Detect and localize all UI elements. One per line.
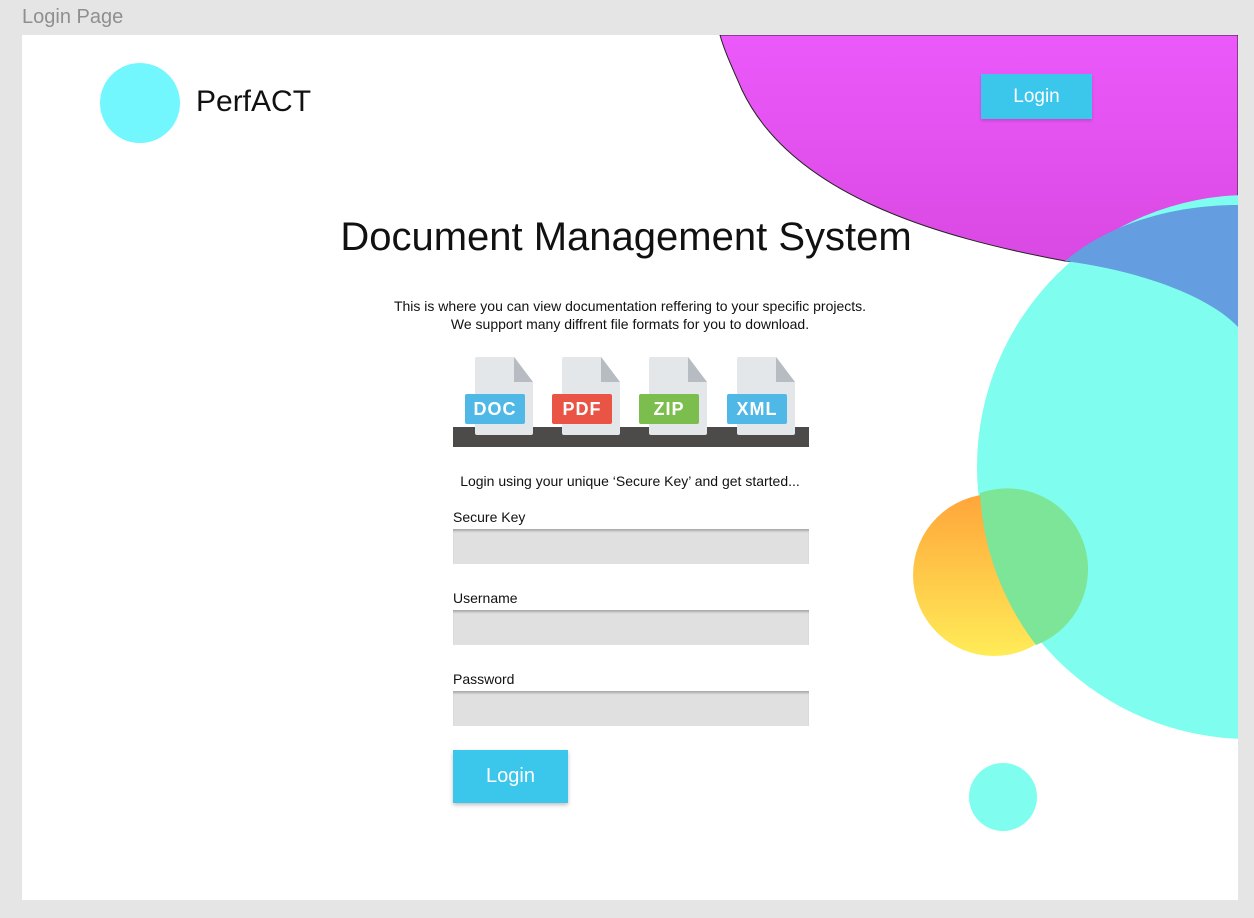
- file-formats-illustration: DOC PDF ZIP XML: [453, 357, 809, 449]
- secure-key-input[interactable]: [453, 529, 809, 564]
- xml-tag: XML: [727, 394, 787, 424]
- password-label: Password: [453, 671, 515, 687]
- circle-overlap: [980, 488, 1089, 645]
- orange-circle: [913, 494, 1075, 656]
- page-title: Document Management System: [340, 215, 912, 259]
- username-input[interactable]: [453, 610, 809, 645]
- description-line-2: We support many diffrent file formats fo…: [450, 316, 810, 332]
- magenta-blob: [719, 35, 1238, 328]
- login-submit-button[interactable]: Login: [453, 750, 568, 803]
- logo: [100, 63, 180, 143]
- brand-name: PerfACT: [196, 85, 312, 118]
- xml-file-icon: XML: [727, 357, 797, 437]
- password-input[interactable]: [453, 691, 809, 726]
- pdf-tag: PDF: [552, 394, 612, 424]
- doc-file-icon: DOC: [465, 357, 535, 437]
- small-cyan-circle: [969, 763, 1037, 831]
- secure-key-label: Secure Key: [453, 509, 526, 525]
- description: This is where you can view documentation…: [22, 297, 1238, 333]
- cyan-blob: [977, 195, 1238, 739]
- username-label: Username: [453, 590, 518, 606]
- pdf-file-icon: PDF: [552, 357, 622, 437]
- header-login-button[interactable]: Login: [981, 74, 1092, 119]
- background-decoration: [719, 35, 1238, 831]
- zip-file-icon: ZIP: [639, 357, 709, 437]
- zip-tag: ZIP: [639, 394, 699, 424]
- form-intro: Login using your unique ‘Secure Key’ and…: [460, 473, 800, 489]
- login-page: PerfACT Login Document Management System…: [22, 35, 1238, 900]
- description-line-1: This is where you can view documentation…: [393, 298, 867, 314]
- doc-tag: DOC: [465, 394, 525, 424]
- frame-label: Login Page: [22, 6, 124, 28]
